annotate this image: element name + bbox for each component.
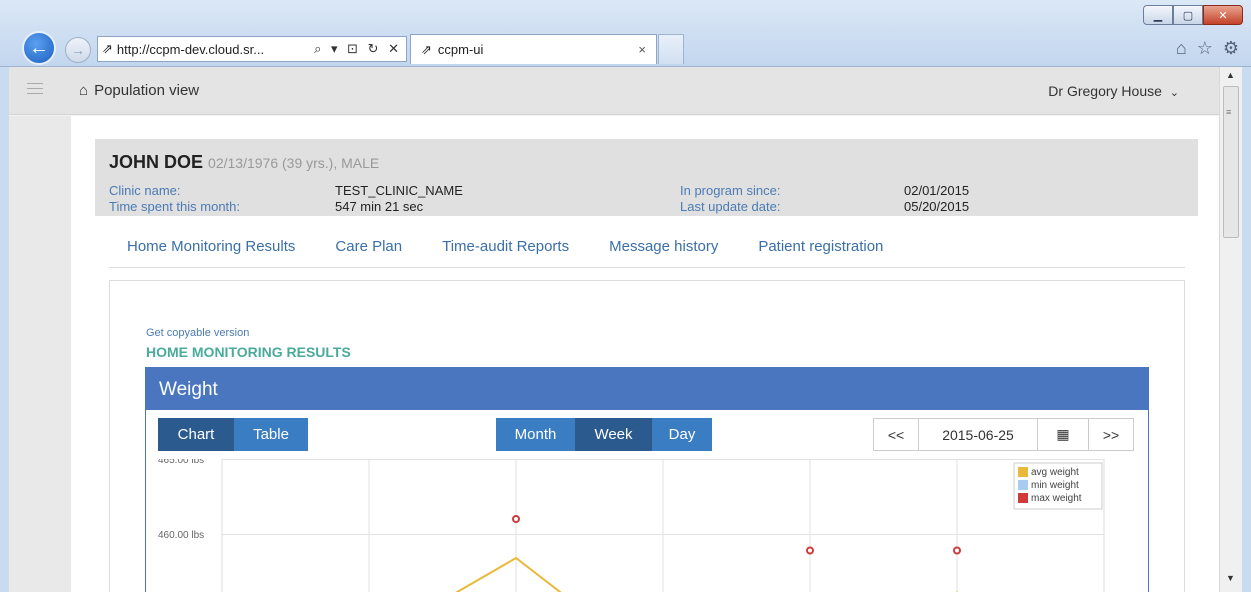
legend-swatch bbox=[1018, 493, 1028, 503]
home-icon: ⌂ bbox=[79, 82, 89, 99]
tab-patient-registration[interactable]: Patient registration bbox=[758, 238, 883, 267]
patient-header: JOHN DOE 02/13/1976 (39 yrs.), MALE bbox=[109, 152, 379, 173]
program-since-value: 02/01/2015 bbox=[904, 183, 970, 198]
chart-y-ticks: 465.00 lbs 460.00 lbs bbox=[158, 459, 204, 541]
chart-legend: avg weight min weight max weight bbox=[1013, 462, 1103, 510]
tab-home-monitoring[interactable]: Home Monitoring Results bbox=[127, 238, 295, 267]
vertical-scrollbar[interactable]: ▲ ≡ ▼ bbox=[1219, 67, 1242, 592]
scroll-down-icon[interactable]: ▼ bbox=[1226, 573, 1235, 583]
date-input[interactable]: 2015-06-25 bbox=[918, 418, 1038, 451]
clinic-name-label: Clinic name: bbox=[109, 183, 181, 198]
tab-close-icon[interactable]: × bbox=[638, 42, 646, 57]
program-since-label: In program since: bbox=[680, 183, 781, 198]
time-spent-label: Time spent this month: bbox=[109, 199, 241, 214]
tab-message-history[interactable]: Message history bbox=[609, 238, 718, 267]
user-name: Dr Gregory House bbox=[1048, 83, 1162, 99]
week-range-button[interactable]: Week bbox=[575, 418, 652, 451]
month-range-button[interactable]: Month bbox=[496, 418, 575, 451]
time-spent-value: 547 min 21 sec bbox=[335, 199, 424, 214]
new-tab-button[interactable] bbox=[658, 34, 684, 64]
results-panel: Get copyable version HOME MONITORING RES… bbox=[109, 280, 1185, 592]
forward-arrow-icon[interactable]: → bbox=[65, 37, 91, 63]
patient-name: JOHN DOE bbox=[109, 152, 204, 172]
calendar-icon[interactable]: ▦ bbox=[1037, 418, 1089, 451]
prev-period-button[interactable]: << bbox=[873, 418, 919, 451]
address-bar[interactable]: ⇗ http://ccpm-dev.cloud.sr... ⌕ ▾ ⊡ ↻ ✕ bbox=[97, 36, 407, 62]
section-title: HOME MONITORING RESULTS bbox=[146, 344, 351, 360]
main-content: JOHN DOE 02/13/1976 (39 yrs.), MALE Clin… bbox=[71, 116, 1219, 592]
patient-nav-tabs: Home Monitoring Results Care Plan Time-a… bbox=[109, 238, 1185, 268]
site-icon: ⇗ bbox=[102, 41, 113, 56]
site-icon: ⇗ bbox=[421, 41, 432, 57]
max-weight-point bbox=[806, 546, 814, 555]
chart-view-button[interactable]: Chart bbox=[158, 418, 234, 451]
back-arrow-icon[interactable]: ← bbox=[22, 31, 56, 65]
chart-y-tick-label: 460.00 lbs bbox=[158, 530, 204, 541]
max-weight-point bbox=[512, 515, 520, 523]
day-range-button[interactable]: Day bbox=[652, 418, 712, 451]
legend-swatch bbox=[1018, 467, 1028, 477]
table-view-button[interactable]: Table bbox=[234, 418, 308, 451]
browser-tab[interactable]: ⇗ ccpm-ui × bbox=[410, 34, 657, 64]
close-window-icon[interactable]: ✕ bbox=[1203, 5, 1243, 25]
patient-details: 02/13/1976 (39 yrs.), MALE bbox=[208, 155, 380, 171]
menu-icon[interactable] bbox=[27, 83, 43, 97]
scroll-up-icon[interactable]: ▲ bbox=[1226, 70, 1235, 80]
chart-y-tick-label: 465.00 lbs bbox=[158, 459, 204, 466]
left-rail bbox=[9, 116, 71, 592]
legend-label: min weight bbox=[1031, 480, 1079, 491]
legend-label: avg weight bbox=[1031, 467, 1079, 478]
chevron-down-icon: ⌄ bbox=[1169, 87, 1179, 99]
max-weight-point bbox=[953, 546, 961, 555]
patient-banner: JOHN DOE 02/13/1976 (39 yrs.), MALE Clin… bbox=[95, 139, 1198, 216]
address-url: http://ccpm-dev.cloud.sr... bbox=[116, 41, 265, 57]
tab-care-plan[interactable]: Care Plan bbox=[335, 238, 402, 267]
minimize-icon[interactable]: ▁ bbox=[1143, 5, 1173, 25]
last-update-value: 05/20/2015 bbox=[904, 199, 970, 214]
chart-grid bbox=[221, 459, 1105, 592]
last-update-label: Last update date: bbox=[680, 199, 781, 214]
weight-chart: 465.00 lbs 460.00 lbs avg weight min weigh… bbox=[158, 459, 1105, 592]
weight-title: Weight bbox=[146, 368, 1148, 410]
home-icon[interactable]: ⌂ bbox=[1176, 38, 1187, 59]
tab-time-audit[interactable]: Time-audit Reports bbox=[442, 238, 569, 267]
address-actions-icon[interactable]: ⌕ ▾ ⊡ ↻ ✕ bbox=[314, 41, 406, 57]
user-menu[interactable]: Dr Gregory House ⌄ bbox=[1048, 83, 1179, 99]
settings-gear-icon[interactable]: ⚙ bbox=[1223, 38, 1239, 59]
copyable-version-link[interactable]: Get copyable version bbox=[146, 327, 249, 339]
weight-widget: Weight Chart Table Month Week Day << 201… bbox=[145, 367, 1149, 592]
favorites-star-icon[interactable]: ☆ bbox=[1197, 38, 1213, 59]
legend-label: max weight bbox=[1031, 493, 1082, 504]
scroll-grip-icon: ≡ bbox=[1226, 107, 1232, 117]
browser-toolbar-icons: ⌂ ☆ ⚙ bbox=[1176, 38, 1239, 59]
browser-chrome: ▁ ▢ ✕ ← → ⇗ http://ccpm-dev.cloud.sr... … bbox=[0, 0, 1251, 67]
legend-swatch bbox=[1018, 480, 1028, 490]
page-viewport: ⌂ Population view Dr Gregory House ⌄ JOH… bbox=[9, 67, 1219, 592]
next-period-button[interactable]: >> bbox=[1088, 418, 1134, 451]
tab-title: ccpm-ui bbox=[437, 42, 484, 57]
window-controls: ▁ ▢ ✕ bbox=[1143, 5, 1243, 25]
app-topbar: ⌂ Population view Dr Gregory House ⌄ bbox=[9, 67, 1219, 115]
home-label: Population view bbox=[94, 82, 200, 99]
clinic-name-value: TEST_CLINIC_NAME bbox=[335, 183, 463, 198]
maximize-icon[interactable]: ▢ bbox=[1173, 5, 1203, 25]
population-view-link[interactable]: ⌂ Population view bbox=[79, 82, 199, 99]
